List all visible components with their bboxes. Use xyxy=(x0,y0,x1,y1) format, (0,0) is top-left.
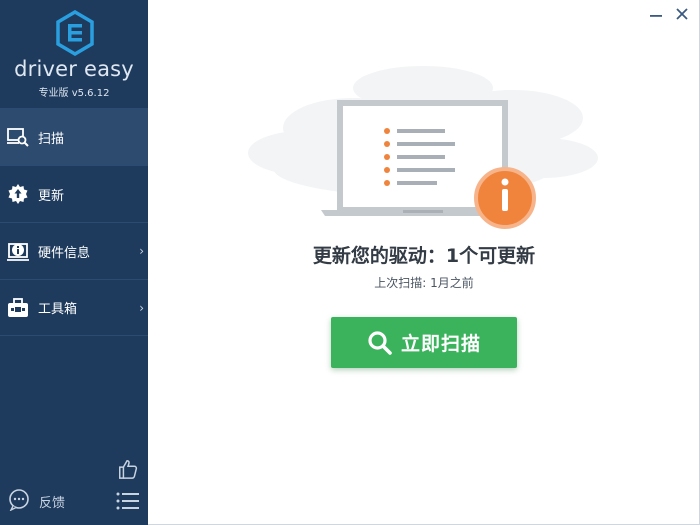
close-icon[interactable] xyxy=(674,6,690,22)
chevron-right-icon: › xyxy=(139,244,144,258)
sidebar: driver easy 专业版 v5.6.12 扫描 更新 硬件信息 › 工具箱… xyxy=(0,0,148,525)
scan-now-label: 立即扫描 xyxy=(400,333,481,355)
update-headline: 更新您的驱动：1个可更新 xyxy=(312,245,536,267)
search-icon xyxy=(368,330,392,355)
sidebar-item-update[interactable]: 更新 xyxy=(0,165,148,222)
last-scan-text: 上次扫描: 1月之前 xyxy=(374,276,474,290)
thumbs-up-icon[interactable] xyxy=(117,458,139,480)
minimize-icon[interactable] xyxy=(648,6,664,22)
edition-version: 专业版 v5.6.12 xyxy=(38,88,110,99)
feedback-chat-icon[interactable] xyxy=(8,489,30,511)
feedback-label[interactable]: 反馈 xyxy=(39,492,65,511)
logo-area: driver easy 专业版 v5.6.12 xyxy=(0,0,148,108)
sidebar-item-scan[interactable]: 扫描 xyxy=(0,108,148,165)
main-panel: 更新您的驱动：1个可更新 上次扫描: 1月之前 立即扫描 xyxy=(148,0,700,525)
gear-update-icon xyxy=(8,184,28,204)
toolbox-icon xyxy=(8,298,28,317)
laptop-update-illustration xyxy=(248,66,598,229)
hardware-info-icon xyxy=(7,243,29,261)
sidebar-item-label: 工具箱 xyxy=(38,302,78,317)
sidebar-item-label: 更新 xyxy=(38,188,65,204)
sidebar-item-hardware-info[interactable]: 硬件信息 › xyxy=(0,222,148,279)
menu-list-icon[interactable] xyxy=(116,491,140,511)
brand-name: driver easy xyxy=(14,57,134,81)
scan-now-button[interactable]: 立即扫描 xyxy=(331,317,517,368)
sidebar-item-label: 硬件信息 xyxy=(38,245,91,261)
scan-monitor-icon xyxy=(7,128,29,147)
sidebar-item-label: 扫描 xyxy=(38,131,65,147)
driver-easy-logo-icon xyxy=(56,10,94,56)
chevron-right-icon: › xyxy=(139,300,144,315)
sidebar-item-toolbox[interactable]: 工具箱 › xyxy=(0,279,148,336)
